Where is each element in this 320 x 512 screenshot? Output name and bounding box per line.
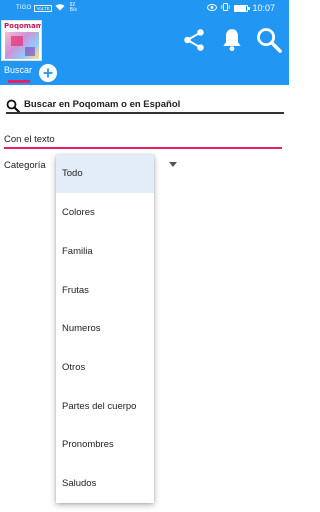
active-tab-indicator (8, 80, 30, 83)
dropdown-option-partes-del-cuerpo[interactable]: Partes del cuerpo (56, 388, 154, 426)
search-underline (6, 112, 284, 114)
dropdown-option-familia[interactable]: Familia (56, 233, 154, 271)
carrier-name: TIGO (16, 5, 32, 11)
dropdown-option-colores[interactable]: Colores (56, 194, 154, 232)
logo-image (5, 32, 39, 59)
plus-icon (43, 68, 53, 78)
tab-bar: Buscar (0, 63, 289, 85)
status-right: 10:07 (207, 3, 275, 13)
tab-label: Buscar (4, 65, 33, 75)
text-field-input[interactable] (4, 147, 282, 149)
text-field-label: Con el texto (4, 134, 55, 145)
network-badge: VoLTE (34, 4, 52, 12)
bell-icon[interactable] (218, 26, 246, 54)
dropdown-option-saludos[interactable]: Saludos (56, 465, 154, 503)
vibrate-icon (221, 3, 231, 13)
category-dropdown-arrow-icon[interactable] (169, 162, 177, 167)
category-dropdown-list: Todo Colores Familia Frutas Numeros Otro… (56, 155, 154, 503)
logo-text: Poqomam (4, 22, 42, 30)
category-label: Categoría (4, 160, 46, 171)
wifi-icon (55, 3, 65, 13)
dropdown-option-todo[interactable]: Todo (56, 155, 154, 193)
app-screen: TIGO VoLTE 92 B/s 10:07 Poqomam Buscar B… (0, 0, 289, 512)
speed-unit: B/s (69, 7, 77, 13)
search-label: Buscar en Poqomam o en Español (24, 99, 181, 110)
share-icon[interactable] (180, 26, 208, 54)
status-left: TIGO VoLTE 92 B/s (16, 3, 77, 13)
eye-icon (207, 3, 218, 13)
dropdown-option-pronombres[interactable]: Pronombres (56, 426, 154, 464)
battery-fill (235, 5, 246, 11)
network-speed: 92 B/s (70, 3, 77, 13)
app-bar: Poqomam (0, 18, 289, 63)
search-icon[interactable] (255, 26, 283, 54)
status-bar: TIGO VoLTE 92 B/s 10:07 (0, 0, 289, 18)
app-logo[interactable]: Poqomam (1, 20, 42, 61)
dropdown-option-numeros[interactable]: Numeros (56, 310, 154, 348)
dropdown-option-frutas[interactable]: Frutas (56, 272, 154, 310)
battery-icon (234, 4, 251, 12)
add-tab-button[interactable] (39, 64, 57, 82)
search-row[interactable]: Buscar en Poqomam o en Español (6, 99, 284, 114)
clock: 10:07 (252, 3, 275, 13)
search-icon-small (6, 99, 21, 118)
dropdown-option-otros[interactable]: Otros (56, 349, 154, 387)
